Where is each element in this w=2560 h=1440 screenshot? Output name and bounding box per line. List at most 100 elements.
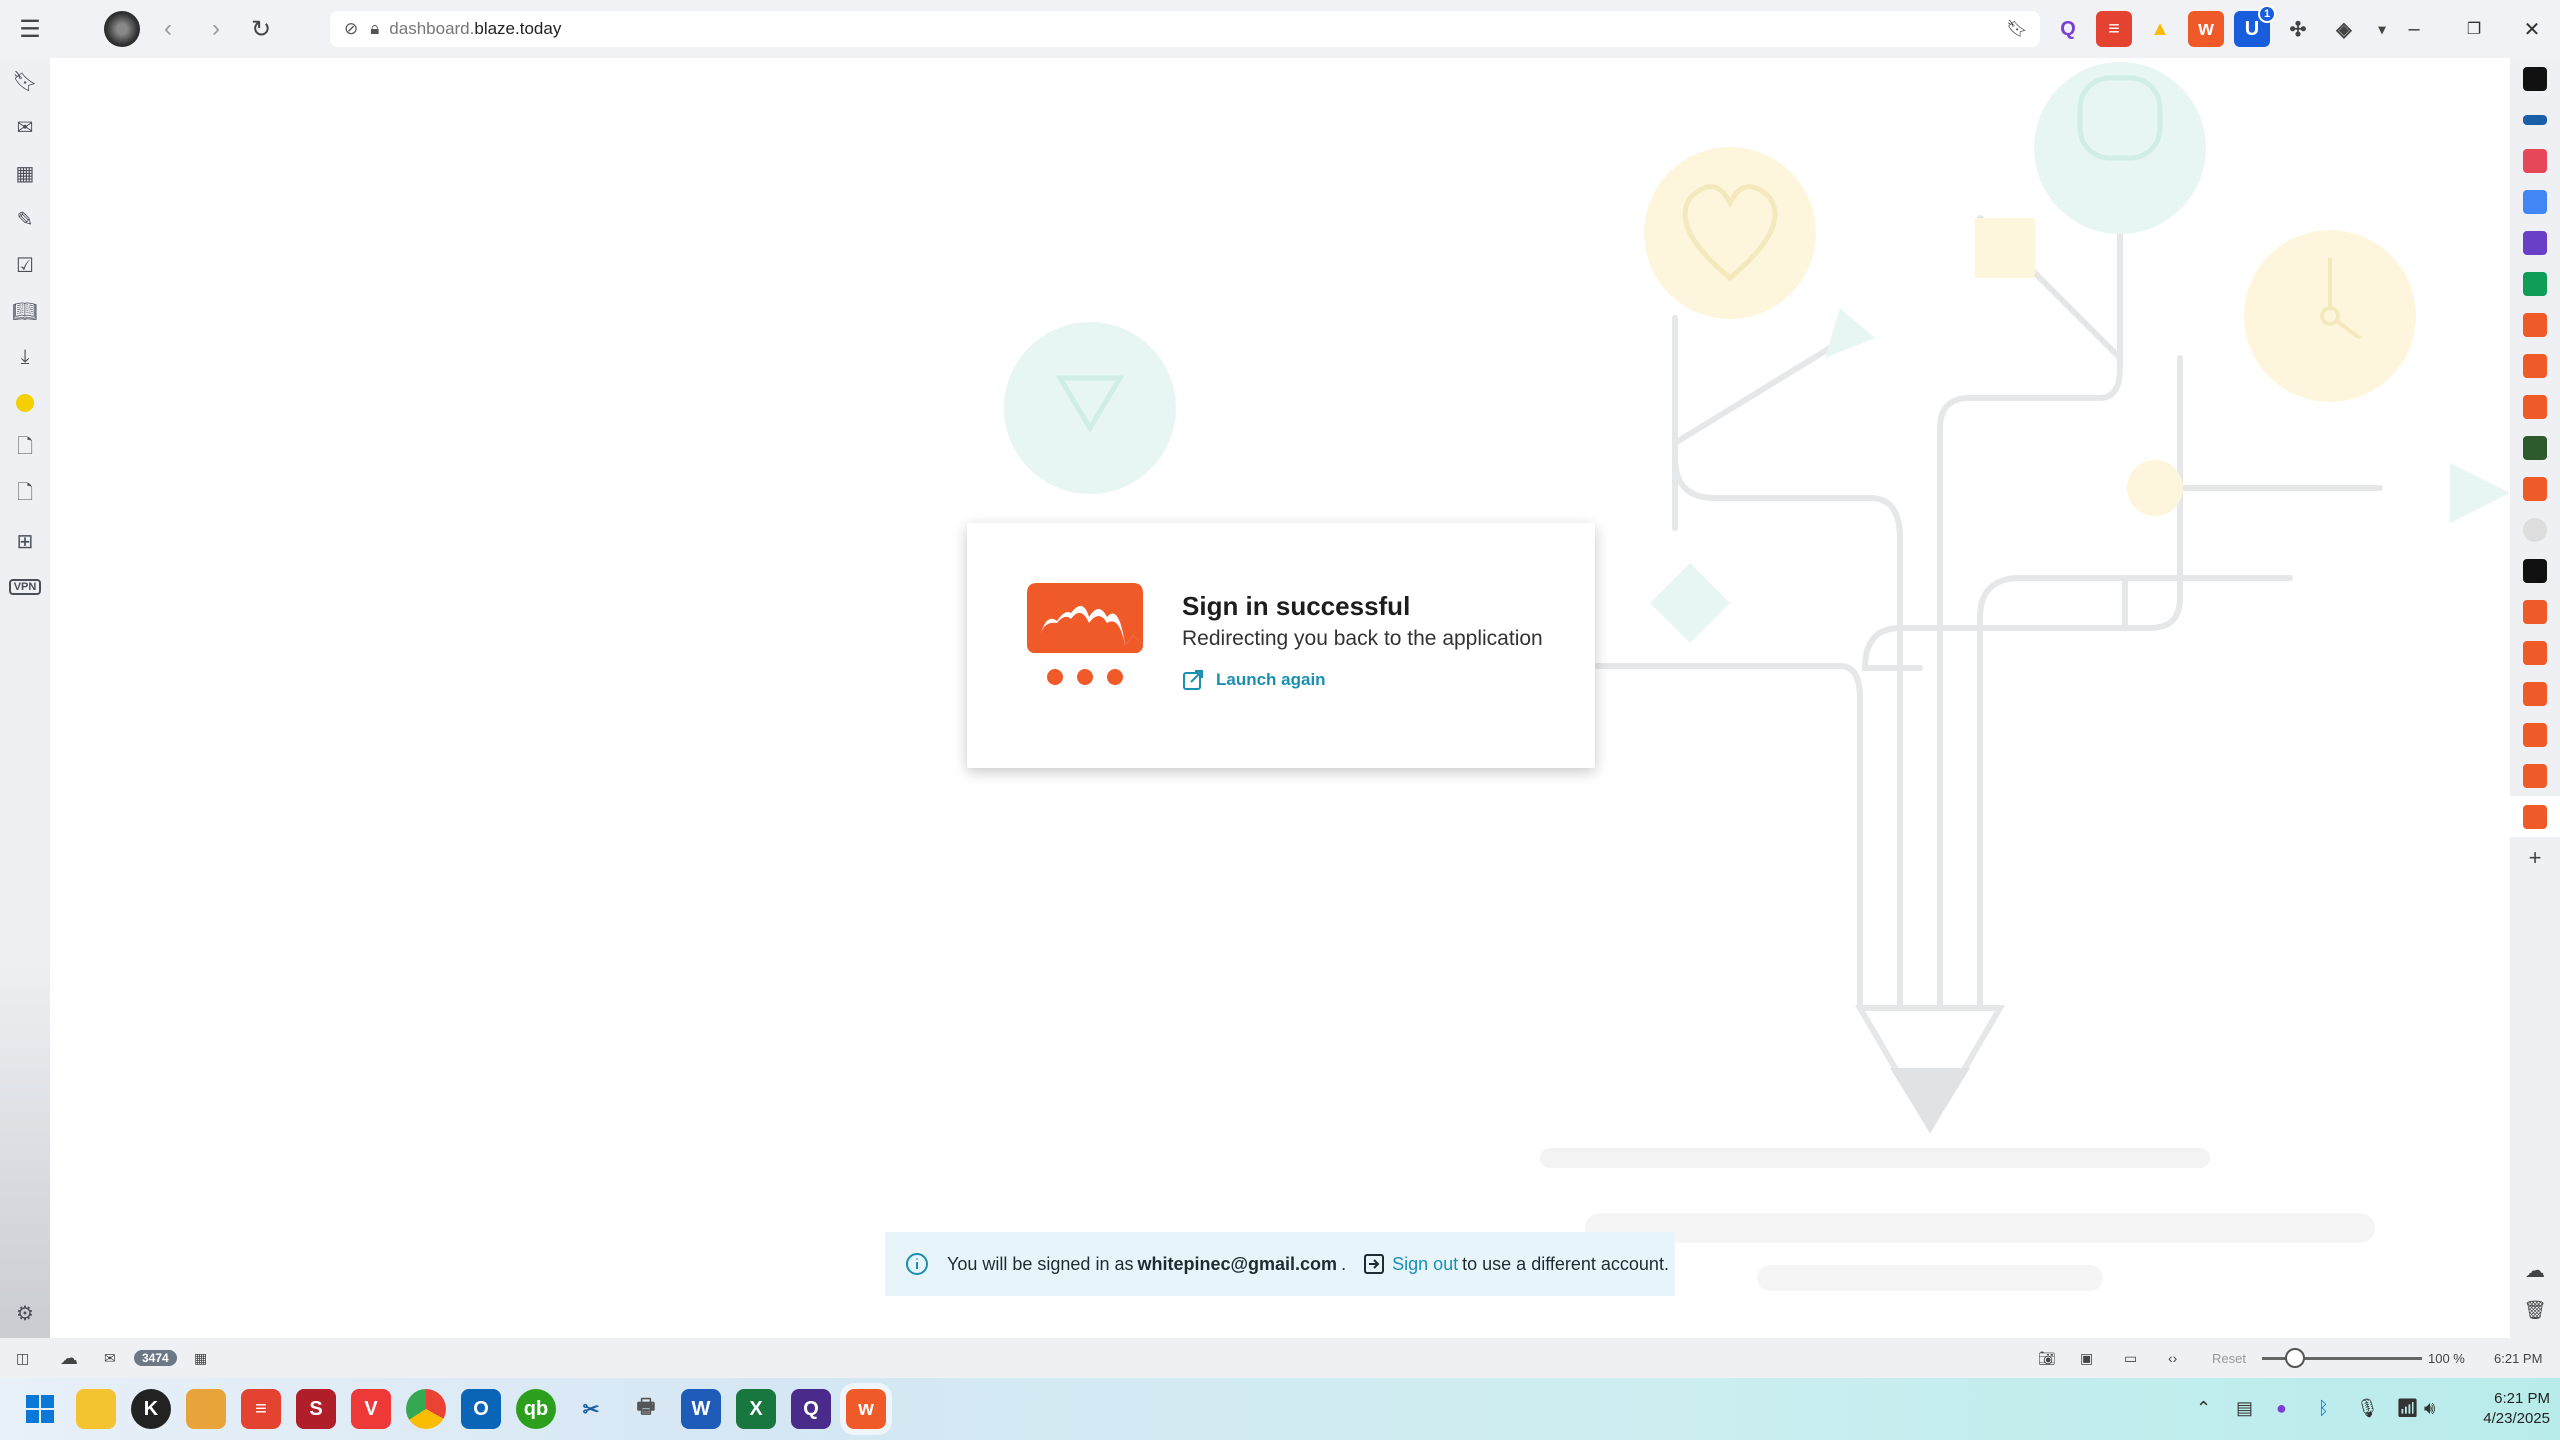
chevron-down-icon[interactable]: ▾ — [2372, 11, 2392, 47]
web-panel-icon[interactable] — [0, 380, 50, 426]
sign-out-link[interactable]: Sign out — [1392, 1254, 1458, 1275]
panel-textblaze-icon[interactable] — [2510, 714, 2560, 755]
forward-icon[interactable]: › — [198, 11, 234, 47]
trash-icon[interactable]: 🗑︎ — [2510, 1290, 2560, 1331]
ext-textblaze-icon[interactable]: ᴡ — [2188, 11, 2224, 47]
reload-icon[interactable]: ↻ — [243, 11, 279, 47]
taskbar-clock[interactable]: 6:21 PM 4/23/2025 — [2440, 1389, 2550, 1429]
sync-cloud-icon[interactable]: ☁ — [60, 1348, 78, 1369]
panel-textblaze-icon[interactable] — [2510, 304, 2560, 345]
panel-textblaze-icon[interactable] — [2510, 796, 2560, 837]
panel-app-icon[interactable] — [2510, 509, 2560, 550]
excel-icon[interactable]: X — [736, 1389, 776, 1429]
notes-icon[interactable]: ✎ — [0, 196, 50, 242]
tray-app-icon-2[interactable]: ● — [2276, 1398, 2287, 1419]
page-actions-icon[interactable]: ‹› — [2168, 1350, 2177, 1366]
browser-toolbar: ☰ ‹ › ↻ ⊘ 🔒︎ dashboard. blaze.today 🔖︎ Q … — [0, 0, 2560, 58]
panel-textblaze-icon[interactable] — [2510, 632, 2560, 673]
ext-drive-icon[interactable]: ▲ — [2142, 11, 2178, 47]
external-link-icon — [1183, 670, 1203, 690]
vivaldi-icon[interactable]: V — [351, 1389, 391, 1429]
document-icon[interactable]: 🗋 — [0, 426, 50, 472]
bluetooth-icon[interactable]: ᛒ — [2318, 1398, 2329, 1419]
site-settings-icon[interactable]: ⊘ — [344, 19, 358, 39]
word-icon[interactable]: W — [681, 1389, 721, 1429]
chevron-up-icon[interactable]: ⌃ — [2196, 1398, 2211, 1419]
app-s-icon[interactable]: S — [296, 1389, 336, 1429]
panel-app-icon[interactable] — [2510, 427, 2560, 468]
panel-textblaze-icon[interactable] — [2510, 386, 2560, 427]
profile-avatar[interactable] — [104, 11, 140, 47]
mail-count-badge[interactable]: 3474 — [134, 1350, 177, 1366]
todoist-icon[interactable]: ≡ — [241, 1389, 281, 1429]
volume-icon[interactable]: 🔊︎ — [2424, 1398, 2435, 1419]
layers-icon[interactable]: ◈ — [2326, 11, 2362, 47]
panel-textblaze-icon[interactable] — [2510, 673, 2560, 714]
quickbooks-icon[interactable]: qb — [516, 1389, 556, 1429]
panel-toggle-icon[interactable]: ◫ — [16, 1350, 29, 1367]
panel-sheets-icon[interactable] — [2510, 263, 2560, 304]
settings-icon[interactable]: ⚙ — [0, 1290, 50, 1336]
file-explorer-icon[interactable] — [76, 1389, 116, 1429]
add-panel-icon[interactable]: ⊞ — [0, 518, 50, 564]
signin-card: Sign in successful Redirecting you back … — [967, 523, 1595, 768]
text-blaze-logo — [1027, 583, 1143, 685]
bookmark-icon[interactable]: 🔖︎ — [2006, 19, 2028, 39]
app-q-icon[interactable]: Q — [791, 1389, 831, 1429]
panel-app-icon[interactable] — [2510, 99, 2560, 140]
downloads-icon[interactable]: ⤓ — [0, 334, 50, 380]
calendar-icon[interactable]: ▦ — [0, 150, 50, 196]
app-k-icon[interactable]: K — [131, 1389, 171, 1429]
calendar-status-icon[interactable]: ▦ — [194, 1350, 207, 1367]
panel-textblaze-icon[interactable] — [2510, 345, 2560, 386]
menu-icon[interactable]: ☰ — [12, 11, 48, 47]
ext-bitwarden-icon[interactable]: U1 — [2234, 5, 2276, 47]
reading-list-icon[interactable]: 📖︎ — [0, 288, 50, 334]
add-panel-icon[interactable]: + — [2510, 837, 2560, 878]
panel-textblaze-icon[interactable] — [2510, 591, 2560, 632]
launch-again-link[interactable]: Launch again — [1182, 669, 1326, 691]
document-icon-2[interactable]: 🗋 — [0, 472, 50, 518]
printer-icon[interactable]: 🖶 — [626, 1389, 666, 1429]
mail-icon[interactable]: ✉ — [0, 104, 50, 150]
ext-q-icon[interactable]: Q — [2050, 11, 2086, 47]
restore-icon[interactable]: ❐ — [2452, 11, 2496, 47]
lock-icon: 🔒︎ — [370, 19, 380, 38]
panel-app-icon[interactable] — [2510, 140, 2560, 181]
panel-app-icon[interactable] — [2510, 550, 2560, 591]
page-tiling-icon[interactable]: ▭ — [2124, 1350, 2137, 1367]
tasks-icon[interactable]: ☑ — [0, 242, 50, 288]
cloud-icon[interactable]: ☁ — [2510, 1250, 2560, 1291]
panel-textblaze-icon[interactable] — [2510, 755, 2560, 796]
minimize-icon[interactable]: – — [2392, 11, 2436, 47]
mail-status-icon[interactable]: ✉ — [104, 1350, 116, 1367]
app-photos-icon[interactable] — [186, 1389, 226, 1429]
image-toggle-icon[interactable]: ▣ — [2080, 1350, 2093, 1367]
status-clock: 6:21 PM — [2494, 1350, 2543, 1366]
chrome-icon[interactable] — [406, 1389, 446, 1429]
bookmarks-icon[interactable]: 🔖︎ — [0, 58, 50, 104]
zoom-slider-thumb[interactable] — [2285, 1348, 2305, 1368]
tray-app-icon[interactable]: ▤ — [2236, 1398, 2253, 1419]
panel-calendar-icon[interactable] — [2510, 181, 2560, 222]
puzzle-icon[interactable]: ✣ — [2280, 11, 2316, 47]
sign-out-icon[interactable] — [1362, 1252, 1386, 1276]
ext-badge: 1 — [2258, 5, 2276, 23]
wifi-icon[interactable]: 📶︎ — [2396, 1398, 2419, 1419]
outlook-icon[interactable]: O — [461, 1389, 501, 1429]
panel-app-icon[interactable] — [2510, 58, 2560, 99]
back-icon[interactable]: ‹ — [150, 11, 186, 47]
panel-textblaze-icon[interactable] — [2510, 468, 2560, 509]
zoom-reset-button[interactable]: Reset — [2212, 1351, 2246, 1366]
snipping-tool-icon[interactable]: ✂ — [571, 1389, 611, 1429]
page-content: Sign in successful Redirecting you back … — [50, 58, 2510, 1338]
microphone-icon[interactable]: 🎙︎ — [2356, 1398, 2379, 1419]
panel-app-icon[interactable] — [2510, 222, 2560, 263]
ext-todoist-icon[interactable]: ≡ — [2096, 11, 2132, 47]
windows-start-icon[interactable] — [20, 1389, 60, 1429]
text-blaze-taskbar-icon[interactable]: ᴡ — [846, 1389, 886, 1429]
close-icon[interactable]: ✕ — [2510, 11, 2554, 47]
address-bar[interactable]: ⊘ 🔒︎ dashboard. blaze.today 🔖︎ — [330, 11, 2040, 47]
capture-icon[interactable]: 📷︎ — [2038, 1350, 2056, 1367]
vpn-icon[interactable]: VPN — [0, 564, 50, 610]
